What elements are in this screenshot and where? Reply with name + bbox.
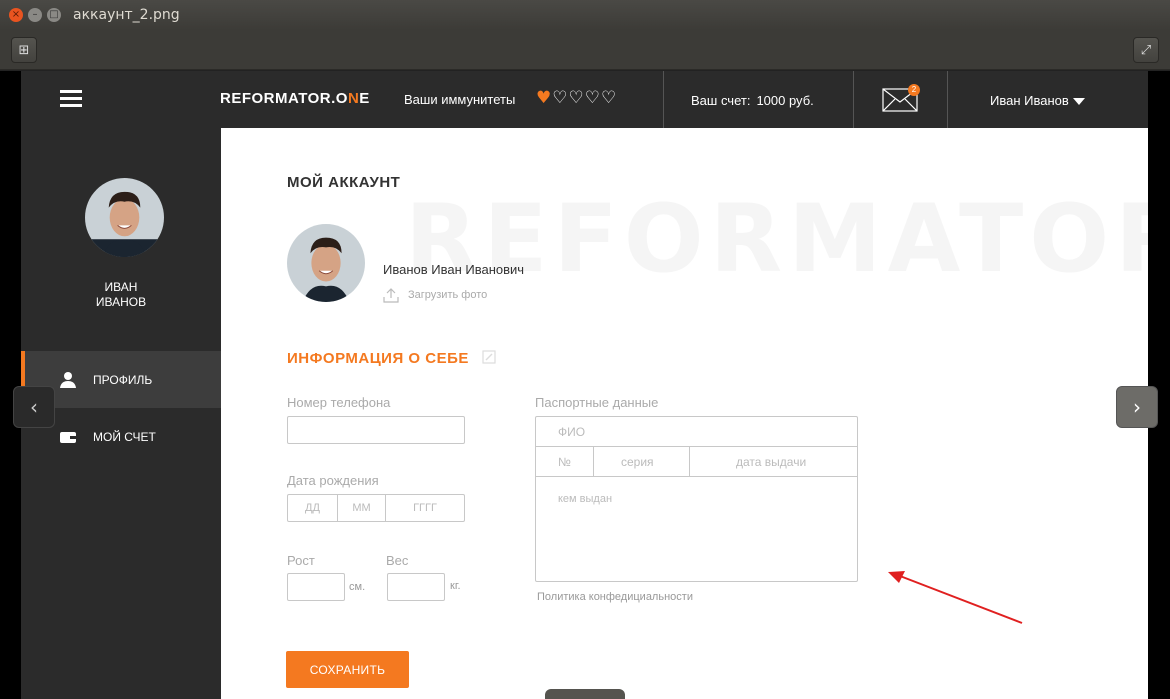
user-icon [60, 371, 76, 388]
phone-label: Номер телефона [287, 395, 391, 410]
page-title: МОЙ АККАУНТ [287, 174, 401, 191]
height-label: Рост [287, 553, 315, 568]
fullscreen-icon[interactable]: ⤢ [1133, 37, 1159, 63]
immunities-label: Ваши иммунитеты [404, 92, 516, 107]
wallet-icon [60, 431, 76, 443]
privacy-policy-link[interactable]: Политика конфедициальности [537, 591, 693, 603]
heart-empty-icon: ♡♡♡♡ [552, 88, 618, 108]
balance-value: 1000 руб. [756, 93, 814, 108]
passport-issuer-field[interactable]: кем выдан [536, 477, 857, 581]
logo-end: E [359, 90, 370, 107]
passport-issuer-placeholder: кем выдан [558, 493, 613, 505]
sidebar-user-last: ИВАНОВ [95, 295, 147, 309]
full-name: Иванов Иван Иванович [383, 262, 525, 277]
passport-fio-field[interactable]: ФИО [536, 417, 857, 447]
user-name: Иван Иванов [990, 93, 1069, 108]
heart-full-icon: ♥ [536, 88, 553, 108]
weight-unit: кг. [450, 580, 461, 592]
birthdate-label: Дата рождения [287, 473, 379, 488]
next-image-button[interactable]: › [1116, 386, 1158, 428]
window-titlebar: × – □ аккаунт_2.png [0, 0, 1170, 30]
profile-photo [287, 224, 365, 302]
user-menu[interactable]: Иван Иванов [990, 93, 1085, 108]
menu-icon[interactable] [60, 90, 82, 111]
upload-label: Загрузить фото [408, 289, 488, 301]
passport-series-placeholder[interactable]: серия [621, 455, 654, 469]
header-divider [853, 71, 854, 128]
birth-month-field[interactable]: ММ [338, 495, 386, 521]
immunities-hearts: ♥♡♡♡♡ [536, 88, 617, 108]
passport-fio-placeholder: ФИО [558, 425, 586, 439]
window-close-button[interactable]: × [9, 8, 23, 22]
phone-input[interactable] [287, 416, 465, 444]
logo-main: REFORMATOR.O [220, 90, 348, 107]
upload-photo-link[interactable]: Загрузить фото [383, 287, 487, 303]
sidebar-user-first: ИВАН [104, 280, 138, 294]
header-divider [663, 71, 664, 128]
balance-label: Ваш счет: [691, 93, 751, 108]
avatar[interactable] [85, 178, 164, 257]
logo-accent: N [347, 90, 360, 107]
birth-day-field[interactable]: ДД [288, 495, 338, 521]
divider [689, 447, 690, 477]
bottom-tab [545, 689, 625, 699]
window-minimize-button[interactable]: – [28, 8, 42, 22]
weight-label: Вес [386, 553, 409, 568]
viewer-toolbar: ⊞ ⤢ [0, 30, 1170, 70]
window-title: аккаунт_2.png [73, 7, 180, 23]
edit-icon[interactable] [481, 350, 496, 364]
previous-image-button[interactable]: ‹ [13, 386, 55, 428]
image-canvas: REFORMATOR.ONE Ваши иммунитеты ♥♡♡♡♡ Ваш… [0, 71, 1170, 699]
sidebar-item-label: МОЙ СЧЕТ [93, 429, 156, 444]
birth-year-field[interactable]: ГГГГ [386, 495, 464, 521]
caret-down-icon [1072, 98, 1085, 106]
passport-row: № серия дата выдачи [536, 447, 857, 477]
header-divider [947, 71, 948, 128]
height-unit: см. [349, 581, 366, 593]
watermark: REFORMATOR [405, 185, 1148, 294]
window-maximize-button[interactable]: □ [47, 8, 61, 22]
balance: Ваш счет: 1000 руб. [691, 93, 814, 108]
upload-icon [383, 288, 399, 303]
passport-form: ФИО № серия дата выдачи кем выдан [535, 416, 858, 582]
sidebar-item-label: ПРОФИЛЬ [93, 372, 153, 387]
passport-number-placeholder[interactable]: № [558, 455, 571, 469]
passport-label: Паспортные данные [535, 395, 659, 410]
mail-badge: 2 [908, 84, 920, 96]
site-logo[interactable]: REFORMATOR.ONE [220, 90, 370, 107]
birthdate-input: ДД ММ ГГГГ [287, 494, 465, 522]
weight-input[interactable] [387, 573, 445, 601]
add-icon[interactable]: ⊞ [11, 37, 37, 63]
save-button[interactable]: СОХРАНИТЬ [286, 651, 409, 688]
section-title-text: ИНФОРМАЦИЯ О СЕБЕ [287, 350, 469, 367]
section-title: ИНФОРМАЦИЯ О СЕБЕ [287, 350, 496, 367]
site-header: REFORMATOR.ONE Ваши иммунитеты ♥♡♡♡♡ Ваш… [21, 71, 1148, 128]
divider [593, 447, 594, 477]
sidebar-user-name: ИВАН ИВАНОВ [21, 280, 221, 310]
web-page: REFORMATOR.ONE Ваши иммунитеты ♥♡♡♡♡ Ваш… [21, 71, 1148, 699]
passport-date-placeholder[interactable]: дата выдачи [736, 455, 806, 469]
height-input[interactable] [287, 573, 345, 601]
